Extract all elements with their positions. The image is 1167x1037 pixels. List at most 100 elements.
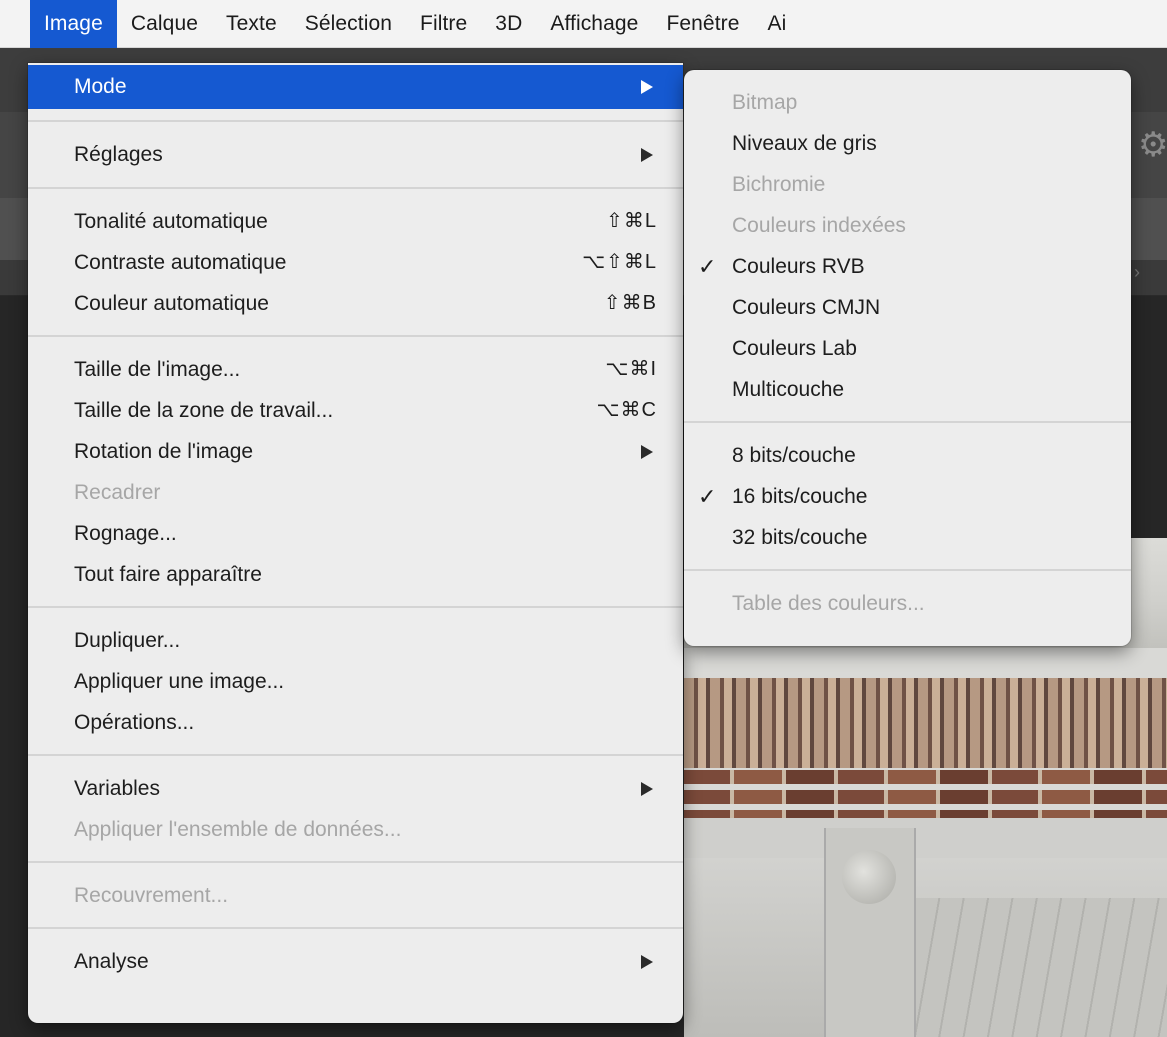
submenu-arrow-icon bbox=[641, 444, 653, 459]
menu-item-label: Tonalité automatique bbox=[74, 210, 268, 233]
menu-separator bbox=[28, 120, 683, 122]
menu-item-label: Table des couleurs... bbox=[732, 592, 925, 615]
menu-separator bbox=[28, 927, 683, 929]
menu-item-taille-image[interactable]: Taille de l'image... ⌥⌘I bbox=[28, 349, 683, 390]
menu-filtre[interactable]: Filtre bbox=[406, 0, 481, 48]
menu-item-couleur-auto[interactable]: Couleur automatique ⇧⌘B bbox=[28, 283, 683, 324]
menu-item-appliquer-donnees[interactable]: Appliquer l'ensemble de données... bbox=[28, 809, 683, 850]
menu-item-label: Recouvrement... bbox=[74, 884, 229, 907]
menu-image[interactable]: Image bbox=[30, 0, 117, 48]
submenu-item-bichromie[interactable]: Bichromie bbox=[684, 164, 1131, 205]
menu-item-rotation[interactable]: Rotation de l'image bbox=[28, 431, 683, 472]
menu-fenetre[interactable]: Fenêtre bbox=[652, 0, 753, 48]
submenu-item-couleurs-rvb[interactable]: ✓ Couleurs RVB bbox=[684, 246, 1131, 287]
menu-item-label: Couleurs CMJN bbox=[732, 296, 881, 319]
submenu-arrow-icon bbox=[641, 148, 653, 162]
menu-item-variables[interactable]: Variables bbox=[28, 768, 683, 809]
menu-item-label: Bitmap bbox=[732, 91, 798, 114]
menu-separator bbox=[28, 606, 683, 608]
menu-item-label: Taille de l'image... bbox=[74, 358, 241, 381]
menu-item-label: 32 bits/couche bbox=[732, 526, 868, 549]
menu-separator bbox=[28, 754, 683, 756]
photo-balusters bbox=[684, 678, 1167, 768]
submenu-item-niveaux-de-gris[interactable]: Niveaux de gris bbox=[684, 123, 1131, 164]
menu-item-label: Couleurs RVB bbox=[732, 255, 865, 278]
menu-item-appliquer-image[interactable]: Appliquer une image... bbox=[28, 661, 683, 702]
submenu-item-couleurs-cmjn[interactable]: Couleurs CMJN bbox=[684, 287, 1131, 328]
menu-item-label: Bichromie bbox=[732, 173, 826, 196]
menu-item-label: Multicouche bbox=[732, 378, 845, 401]
menu-item-label: Dupliquer... bbox=[74, 629, 181, 652]
menu-item-label: Couleurs Lab bbox=[732, 337, 857, 360]
menu-item-label: Rotation de l'image bbox=[74, 440, 254, 463]
screen: ⚙ › Image Calque Texte Sélection Filtre … bbox=[0, 0, 1167, 1037]
menu-item-analyse[interactable]: Analyse bbox=[28, 941, 683, 982]
photo-ornament bbox=[842, 850, 896, 904]
menu-item-label: Contraste automatique bbox=[74, 251, 287, 274]
menu-item-label: Variables bbox=[74, 777, 160, 800]
menu-item-shortcut: ⌥⌘C bbox=[596, 399, 657, 421]
menu-bar: Image Calque Texte Sélection Filtre 3D A… bbox=[0, 0, 1167, 48]
menu-calque[interactable]: Calque bbox=[117, 0, 212, 48]
menu-affichage[interactable]: Affichage bbox=[536, 0, 652, 48]
menu-item-shortcut: ⇧⌘L bbox=[606, 210, 657, 232]
menu-item-label: Analyse bbox=[74, 950, 149, 973]
menu-texte[interactable]: Texte bbox=[212, 0, 291, 48]
submenu-item-32-bits[interactable]: 32 bits/couche bbox=[684, 517, 1131, 558]
menu-item-recadrer[interactable]: Recadrer bbox=[28, 472, 683, 513]
menu-item-tout-faire-apparaitre[interactable]: Tout faire apparaître bbox=[28, 554, 683, 595]
menu-item-reglages[interactable]: Réglages bbox=[28, 134, 683, 176]
photo-brick-row bbox=[684, 770, 1167, 784]
menu-item-label: Réglages bbox=[74, 143, 163, 166]
menu-item-recouvrement[interactable]: Recouvrement... bbox=[28, 875, 683, 916]
menu-item-tonalite-auto[interactable]: Tonalité automatique ⇧⌘L bbox=[28, 201, 683, 242]
menu-item-label: Niveaux de gris bbox=[732, 132, 877, 155]
submenu-item-couleurs-lab[interactable]: Couleurs Lab bbox=[684, 328, 1131, 369]
menu-item-label: Couleurs indexées bbox=[732, 214, 906, 237]
submenu-item-bitmap[interactable]: Bitmap bbox=[684, 82, 1131, 123]
submenu-item-table-des-couleurs[interactable]: Table des couleurs... bbox=[684, 583, 1131, 624]
menu-item-dupliquer[interactable]: Dupliquer... bbox=[28, 620, 683, 661]
menu-item-label: 16 bits/couche bbox=[732, 485, 868, 508]
submenu-item-multicouche[interactable]: Multicouche bbox=[684, 369, 1131, 410]
photo-lintel bbox=[684, 818, 1167, 858]
submenu-arrow-icon bbox=[641, 80, 653, 94]
menu-separator bbox=[28, 861, 683, 863]
menu-item-label: Rognage... bbox=[74, 522, 177, 545]
menu-3d[interactable]: 3D bbox=[481, 0, 536, 48]
menu-item-label: Appliquer une image... bbox=[74, 670, 285, 693]
settings-icon[interactable]: ⚙ bbox=[1138, 128, 1167, 162]
mode-submenu: Bitmap Niveaux de gris Bichromie Couleur… bbox=[684, 70, 1131, 646]
menu-separator bbox=[684, 569, 1131, 571]
submenu-arrow-icon bbox=[641, 781, 653, 796]
menu-item-label: Mode bbox=[74, 75, 127, 98]
checkmark-icon: ✓ bbox=[698, 254, 717, 279]
photo-brick-row bbox=[684, 790, 1167, 804]
menu-item-label: 8 bits/couche bbox=[732, 444, 856, 467]
submenu-item-couleurs-indexees[interactable]: Couleurs indexées bbox=[684, 205, 1131, 246]
submenu-arrow-icon bbox=[641, 954, 653, 969]
submenu-item-8-bits[interactable]: 8 bits/couche bbox=[684, 435, 1131, 476]
tab-scroll-icon: › bbox=[1134, 262, 1140, 282]
menu-separator bbox=[28, 335, 683, 337]
menu-item-operations[interactable]: Opérations... bbox=[28, 702, 683, 743]
menu-item-label: Taille de la zone de travail... bbox=[74, 399, 334, 422]
menu-item-label: Appliquer l'ensemble de données... bbox=[74, 818, 402, 841]
submenu-item-16-bits[interactable]: ✓ 16 bits/couche bbox=[684, 476, 1131, 517]
menu-item-label: Couleur automatique bbox=[74, 292, 269, 315]
checkmark-icon: ✓ bbox=[698, 484, 717, 509]
menu-item-contraste-auto[interactable]: Contraste automatique ⌥⇧⌘L bbox=[28, 242, 683, 283]
menu-item-shortcut: ⌥⇧⌘L bbox=[582, 251, 657, 273]
menu-item-label: Tout faire apparaître bbox=[74, 563, 262, 586]
menu-separator bbox=[684, 421, 1131, 423]
menu-item-taille-zone[interactable]: Taille de la zone de travail... ⌥⌘C bbox=[28, 390, 683, 431]
menu-selection[interactable]: Sélection bbox=[291, 0, 406, 48]
menu-item-shortcut: ⇧⌘B bbox=[603, 292, 657, 314]
menu-item-label: Recadrer bbox=[74, 481, 161, 504]
menu-item-rognage[interactable]: Rognage... bbox=[28, 513, 683, 554]
menu-aide[interactable]: Ai bbox=[754, 0, 801, 48]
menu-item-label: Opérations... bbox=[74, 711, 195, 734]
menu-item-mode[interactable]: Mode bbox=[28, 65, 683, 109]
menu-separator bbox=[28, 187, 683, 189]
image-menu-dropdown: Mode Réglages Tonalité automatique ⇧⌘L C… bbox=[28, 63, 683, 1023]
